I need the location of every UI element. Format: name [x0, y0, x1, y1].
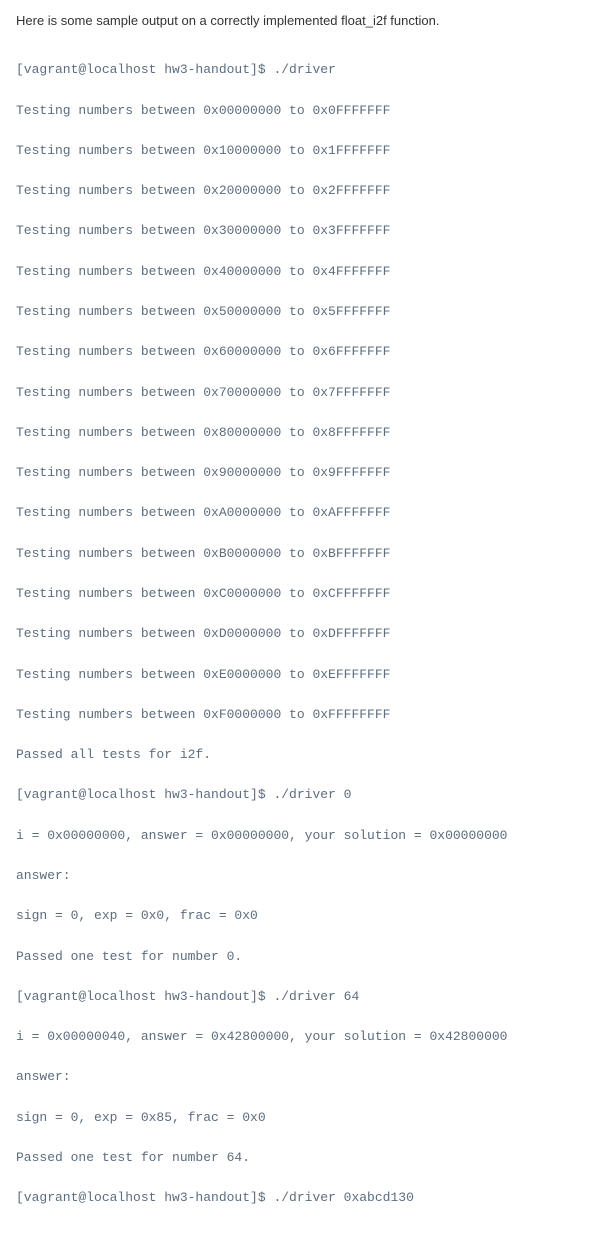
term-line: Testing numbers between 0xD0000000 to 0x… [16, 624, 591, 644]
term-line: sign = 0, exp = 0x85, frac = 0x0 [16, 1108, 591, 1128]
term-line: Testing numbers between 0x10000000 to 0x… [16, 141, 591, 161]
term-line: [vagrant@localhost hw3-handout]$ ./drive… [16, 60, 591, 80]
term-line: [vagrant@localhost hw3-handout]$ ./drive… [16, 987, 591, 1007]
term-line: answer: [16, 1067, 591, 1087]
term-line: Testing numbers between 0x30000000 to 0x… [16, 221, 591, 241]
term-line: answer: [16, 866, 591, 886]
term-line: Testing numbers between 0x50000000 to 0x… [16, 302, 591, 322]
term-line: Testing numbers between 0xF0000000 to 0x… [16, 705, 591, 725]
term-line: Testing numbers between 0xC0000000 to 0x… [16, 584, 591, 604]
intro-paragraph: Here is some sample output on a correctl… [16, 12, 591, 30]
term-line: [vagrant@localhost hw3-handout]$ ./drive… [16, 785, 591, 805]
term-line: sign = 0, exp = 0x0, frac = 0x0 [16, 906, 591, 926]
term-line: Testing numbers between 0x70000000 to 0x… [16, 383, 591, 403]
term-line: [vagrant@localhost hw3-handout]$ ./drive… [16, 1188, 591, 1208]
term-line: Passed one test for number 0. [16, 947, 591, 967]
term-line: Testing numbers between 0x60000000 to 0x… [16, 342, 591, 362]
term-line: Testing numbers between 0x90000000 to 0x… [16, 463, 591, 483]
term-line: Testing numbers between 0x80000000 to 0x… [16, 423, 591, 443]
term-line: i = 0x00000000, answer = 0x00000000, you… [16, 826, 591, 846]
term-line: Testing numbers between 0x00000000 to 0x… [16, 101, 591, 121]
term-line: Testing numbers between 0xB0000000 to 0x… [16, 544, 591, 564]
term-line: Passed one test for number 64. [16, 1148, 591, 1168]
term-line: Passed all tests for i2f. [16, 745, 591, 765]
term-line: Testing numbers between 0xE0000000 to 0x… [16, 665, 591, 685]
term-line: Testing numbers between 0x20000000 to 0x… [16, 181, 591, 201]
terminal-output: [vagrant@localhost hw3-handout]$ ./drive… [16, 40, 591, 1228]
term-line: i = 0x00000040, answer = 0x42800000, you… [16, 1027, 591, 1047]
term-line: Testing numbers between 0x40000000 to 0x… [16, 262, 591, 282]
term-line: Testing numbers between 0xA0000000 to 0x… [16, 503, 591, 523]
